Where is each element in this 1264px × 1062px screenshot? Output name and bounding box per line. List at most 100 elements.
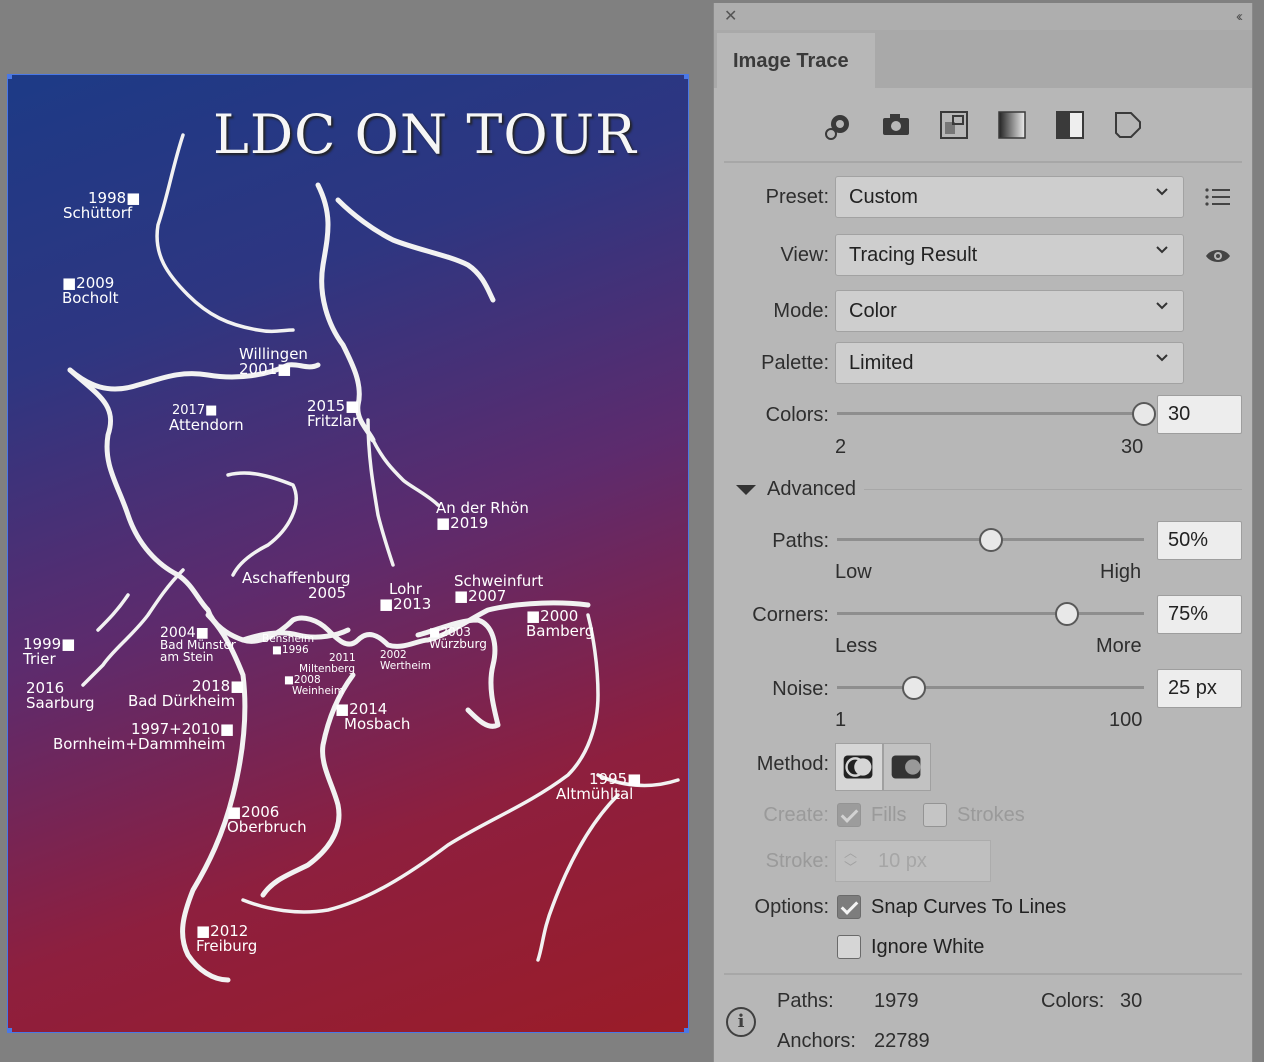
- stats-anchors-label: Anchors:: [777, 1030, 856, 1052]
- eye-icon[interactable]: [1204, 247, 1232, 265]
- chevron-down-icon: [1156, 246, 1168, 254]
- view-dropdown[interactable]: Tracing Result: [835, 234, 1184, 276]
- stats-paths-value: 1979: [874, 990, 919, 1012]
- noise-max-label: 100: [1109, 709, 1143, 731]
- colors-input[interactable]: 30: [1157, 395, 1242, 434]
- stats-anchors-value: 22789: [874, 1030, 930, 1052]
- selection-handle-br[interactable]: [684, 1028, 688, 1032]
- create-label: Create:: [763, 804, 829, 826]
- preset-value: Custom: [849, 186, 918, 208]
- overlapping-method-icon: [891, 755, 921, 779]
- city-weinheim: ■2008 Weinheim: [284, 674, 345, 697]
- advanced-label: Advanced: [767, 478, 856, 500]
- stroke-stepper[interactable]: ︿ ﹀ 10 px: [835, 840, 991, 882]
- manage-presets-icon[interactable]: [1204, 187, 1232, 207]
- outline-preset-icon[interactable]: [1111, 108, 1145, 142]
- stepper-arrows-icon[interactable]: ︿ ﹀: [844, 845, 857, 875]
- corners-low-label: Less: [835, 635, 878, 657]
- city-oberbruch: ■2006 Oberbruch: [227, 803, 307, 836]
- snap-curves-label: Snap Curves To Lines: [871, 896, 1067, 918]
- corners-slider-thumb[interactable]: [1055, 602, 1080, 626]
- mode-dropdown[interactable]: Color: [835, 290, 1184, 332]
- noise-slider-track[interactable]: [837, 686, 1144, 689]
- corners-input[interactable]: 75%: [1157, 595, 1242, 634]
- city-fritzlar: 2015■ Fritzlar: [307, 397, 360, 430]
- city-bocholt: ■2009 Bocholt: [62, 274, 119, 307]
- method-label: Method:: [756, 753, 829, 775]
- tab-image-trace[interactable]: Image Trace: [717, 33, 875, 88]
- colors-slider-track[interactable]: [837, 412, 1144, 415]
- corners-slider-track[interactable]: [837, 612, 1144, 615]
- colors-slider-thumb[interactable]: [1132, 402, 1156, 426]
- tab-strip: Image Trace: [714, 30, 1252, 88]
- preset-dropdown[interactable]: Custom: [835, 176, 1184, 218]
- mode-value: Color: [849, 300, 897, 322]
- palette-dropdown[interactable]: Limited: [835, 342, 1184, 384]
- city-altmuhltal: 1995■ Altmühltal: [556, 770, 642, 803]
- strokes-checkbox[interactable]: [923, 803, 947, 827]
- options-label: Options:: [754, 896, 829, 918]
- city-miltenberg: 2011 Miltenberg: [299, 652, 356, 675]
- city-bad-durkheim: 2018■ Bad Dürkheim: [128, 677, 245, 710]
- method-abutting-button[interactable]: [835, 743, 883, 791]
- black-white-preset-icon[interactable]: [1053, 108, 1087, 142]
- colors-label: Colors:: [765, 404, 829, 426]
- stats-colors-value: 30: [1120, 990, 1143, 1012]
- divider: [724, 161, 1242, 163]
- poster-title: LDC ON TOUR: [213, 103, 637, 166]
- city-rhon: An der Rhön ■2019: [436, 499, 529, 532]
- palette-value: Limited: [849, 352, 914, 374]
- city-aschaffenburg: Aschaffenburg 2005: [242, 569, 351, 602]
- preset-label: Preset:: [765, 186, 829, 208]
- stats-colors-label: Colors:: [1041, 990, 1105, 1012]
- city-saarburg: 2016 Saarburg: [26, 679, 95, 712]
- noise-label: Noise:: [772, 678, 829, 700]
- ignore-white-label: Ignore White: [871, 936, 985, 958]
- city-wertheim: 2002 Wertheim: [380, 649, 431, 672]
- image-trace-panel: ✕ ‹‹ Image Trace Preset: Custom View: Tr…: [713, 3, 1253, 1062]
- triangle-down-icon: [736, 485, 756, 495]
- colors-max-label: 30: [1121, 436, 1144, 458]
- low-color-preset-icon[interactable]: [937, 108, 971, 142]
- snap-curves-checkbox[interactable]: [837, 895, 861, 919]
- stats-paths-label: Paths:: [777, 990, 834, 1012]
- stroke-value: 10 px: [878, 850, 927, 872]
- palette-label: Palette:: [761, 352, 829, 374]
- chevron-down-icon: [1156, 188, 1168, 196]
- city-bornheim: 1997+2010■ Bornheim+Dammheim: [53, 720, 235, 753]
- ignore-white-checkbox[interactable]: [837, 935, 861, 959]
- high-color-preset-icon[interactable]: [879, 108, 913, 142]
- info-icon[interactable]: i: [726, 1007, 756, 1037]
- paths-input[interactable]: 50%: [1157, 521, 1242, 560]
- selection-handle-tl[interactable]: [8, 75, 12, 79]
- grayscale-preset-icon[interactable]: [995, 108, 1029, 142]
- chevron-down-icon: [1156, 354, 1168, 362]
- artboard[interactable]: LDC ON TOUR 1998■ Schüttorf ■2009 Bocholt …: [7, 74, 689, 1033]
- close-icon[interactable]: ✕: [724, 9, 737, 25]
- collapse-icon[interactable]: ‹‹: [1236, 8, 1243, 25]
- city-wurzburg: ■2003 Würzburg: [429, 625, 487, 651]
- paths-low-label: Low: [835, 561, 872, 583]
- city-willingen: Willingen 2001■: [239, 345, 308, 378]
- corners-label: Corners:: [752, 604, 829, 626]
- view-label: View:: [780, 244, 829, 266]
- selection-handle-tr[interactable]: [684, 75, 688, 79]
- method-overlapping-button[interactable]: [883, 743, 931, 791]
- fills-checkbox[interactable]: [837, 803, 861, 827]
- corners-high-label: More: [1096, 635, 1142, 657]
- noise-slider-thumb[interactable]: [901, 676, 926, 700]
- divider: [864, 489, 1242, 490]
- city-freiburg: ■2012 Freiburg: [196, 922, 258, 955]
- fills-label: Fills: [871, 804, 907, 826]
- city-trier: 1999■ Trier: [23, 635, 76, 668]
- auto-color-preset-icon[interactable]: [821, 108, 855, 142]
- mode-label: Mode:: [773, 300, 829, 322]
- divider: [724, 973, 1242, 975]
- chevron-down-icon: [1156, 302, 1168, 310]
- noise-input[interactable]: 25 px: [1157, 669, 1242, 708]
- paths-slider-thumb[interactable]: [978, 528, 1003, 552]
- selection-handle-bl[interactable]: [8, 1028, 12, 1032]
- city-lohr: Lohr ■2013: [379, 580, 432, 613]
- paths-high-label: High: [1100, 561, 1142, 583]
- paths-label: Paths:: [772, 530, 829, 552]
